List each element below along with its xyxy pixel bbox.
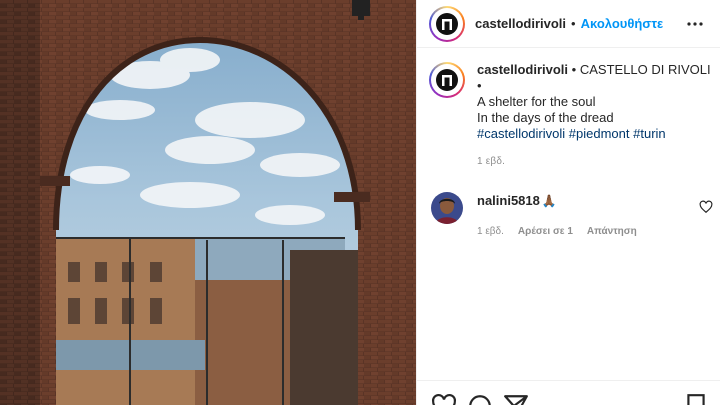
paper-plane-icon[interactable]	[503, 393, 529, 405]
comment-item: nalini5818 🙏🏾 1 εβδ. Αρέσει σε 1 Απάντηση	[431, 192, 713, 237]
comment-timestamp[interactable]: 1 εβδ.	[477, 226, 504, 237]
hashtag-link[interactable]: #turin	[633, 126, 666, 141]
post-header: castellodirivoli • Ακολουθήστε	[417, 0, 720, 48]
comment-likes[interactable]: Αρέσει σε 1	[518, 226, 573, 237]
castello-logo-icon	[436, 12, 458, 35]
post-caption: castellodirivoli • CASTELLO DI RIVOLI • …	[429, 62, 713, 170]
header-separator: •	[571, 16, 576, 31]
castle-arch-photo	[0, 0, 416, 405]
header-username[interactable]: castellodirivoli	[475, 16, 566, 31]
hashtag-list: #castellodirivoli #piedmont #turin	[477, 126, 711, 142]
comment-heart-icon[interactable]	[699, 200, 713, 214]
post-sidebar: castellodirivoli • Ακολουθήστε castellod…	[416, 0, 720, 405]
hashtag-link[interactable]: #piedmont	[569, 126, 630, 141]
caption-avatar[interactable]	[429, 62, 465, 98]
more-horizontal-icon[interactable]	[685, 14, 705, 34]
comment-avatar[interactable]	[431, 192, 463, 224]
hashtag-link[interactable]: #castellodirivoli	[477, 126, 565, 141]
heart-icon[interactable]	[431, 393, 457, 405]
caption-line: A shelter for the soul	[477, 94, 596, 109]
caption-username[interactable]: castellodirivoli	[477, 62, 568, 77]
bookmark-icon[interactable]	[683, 393, 709, 405]
post-photo[interactable]	[0, 0, 416, 405]
caption-trailing-dot: •	[477, 78, 482, 93]
caption-timestamp[interactable]: 1 εβδ.	[477, 154, 711, 170]
post-actions	[417, 380, 720, 405]
castello-logo-icon	[436, 69, 458, 91]
caption-separator: •	[571, 62, 577, 77]
reply-button[interactable]: Απάντηση	[587, 226, 637, 237]
avatar[interactable]	[429, 5, 465, 42]
comment-username[interactable]: nalini5818	[477, 193, 540, 208]
comment-text: 🙏🏾	[541, 194, 557, 208]
follow-button[interactable]: Ακολουθήστε	[581, 16, 664, 31]
caption-line: In the days of the dread	[477, 110, 614, 125]
comment-icon[interactable]	[467, 393, 493, 405]
caption-location: CASTELLO DI RIVOLI	[579, 62, 711, 77]
